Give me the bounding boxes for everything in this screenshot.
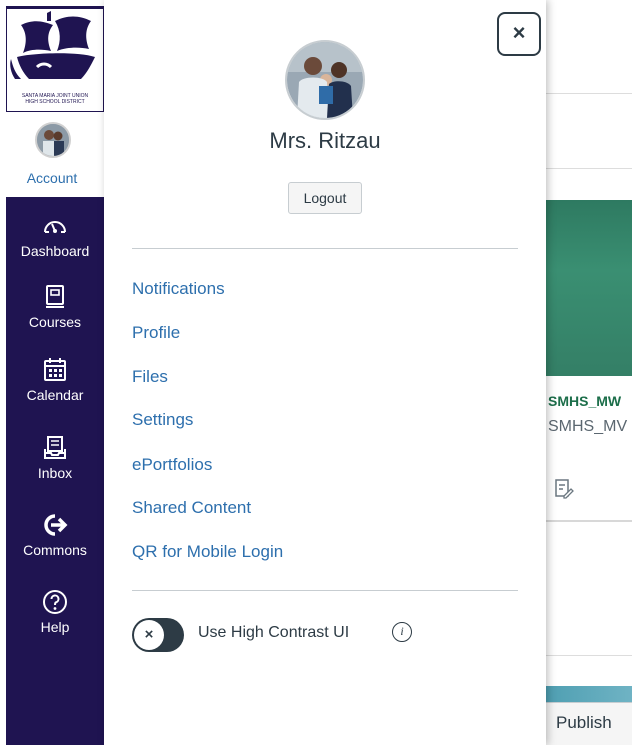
link-profile[interactable]: Profile xyxy=(132,323,180,343)
district-logo[interactable]: SANTA MARIA JOINT UNION HIGH SCHOOL DIST… xyxy=(6,6,104,112)
account-label[interactable]: Account xyxy=(0,170,104,186)
link-notifications[interactable]: Notifications xyxy=(132,279,225,299)
nav-item-calendar[interactable]: Calendar xyxy=(6,357,104,403)
nav-item-commons[interactable]: Commons xyxy=(6,512,104,558)
nav-item-courses[interactable]: Courses xyxy=(6,284,104,330)
assignments-icon[interactable] xyxy=(554,478,574,500)
calendar-icon xyxy=(44,358,66,381)
logout-button[interactable]: Logout xyxy=(288,182,362,214)
high-contrast-toggle[interactable]: × xyxy=(132,618,184,652)
tray-divider-bottom xyxy=(132,590,518,591)
close-tray-button[interactable]: × xyxy=(497,12,541,56)
account-tray: × Mrs. Ritzau Logout Notifications Profi… xyxy=(104,0,546,745)
nav-item-dashboard[interactable]: Dashboard xyxy=(6,213,104,259)
toggle-off-icon: × xyxy=(134,620,164,650)
nav-label-dashboard: Dashboard xyxy=(20,243,90,259)
link-eportfolios[interactable]: ePortfolios xyxy=(132,455,212,475)
course-card-bottom xyxy=(546,520,632,522)
user-photo-icon xyxy=(37,124,69,156)
nav-label-calendar: Calendar xyxy=(26,387,84,403)
ship-logo-icon xyxy=(7,7,103,79)
commons-icon xyxy=(44,514,68,536)
account-avatar[interactable] xyxy=(35,122,71,158)
nav-label-commons: Commons xyxy=(23,542,87,558)
course-card-title[interactable]: SMHS_MW xyxy=(548,393,621,409)
courses-icon xyxy=(46,285,64,308)
footer-divider xyxy=(546,655,632,656)
dashboard-background: SMHS_MW SMHS_MV Publish xyxy=(546,0,632,745)
nav-item-inbox[interactable]: Inbox xyxy=(6,435,104,481)
nav-label-inbox: Inbox xyxy=(37,465,73,481)
help-icon xyxy=(43,590,67,614)
profile-avatar xyxy=(285,40,365,120)
publish-button[interactable]: Publish xyxy=(546,702,632,745)
link-qr-mobile-login[interactable]: QR for Mobile Login xyxy=(132,542,283,562)
link-settings[interactable]: Settings xyxy=(132,410,193,430)
section-divider xyxy=(546,168,632,169)
global-navigation: SANTA MARIA JOINT UNION HIGH SCHOOL DIST… xyxy=(0,0,104,745)
info-icon[interactable]: i xyxy=(392,622,412,642)
user-name: Mrs. Ritzau xyxy=(269,128,381,153)
header-divider xyxy=(546,93,632,94)
dashboard-icon xyxy=(44,221,66,233)
link-shared-content[interactable]: Shared Content xyxy=(132,498,251,518)
course-card-image-strip xyxy=(546,686,632,702)
course-card-subtitle: SMHS_MV xyxy=(548,418,628,435)
close-icon: × xyxy=(512,20,526,45)
tray-divider-top xyxy=(132,248,518,249)
high-contrast-label: Use High Contrast UI xyxy=(198,624,350,641)
nav-item-help[interactable]: Help xyxy=(6,589,104,635)
user-photo-icon xyxy=(287,42,363,118)
course-card-image[interactable] xyxy=(546,200,632,376)
inbox-icon xyxy=(44,436,66,459)
link-files[interactable]: Files xyxy=(132,367,168,387)
district-name: SANTA MARIA JOINT UNION HIGH SCHOOL DIST… xyxy=(7,93,103,105)
nav-label-courses: Courses xyxy=(28,314,82,330)
district-name-line-2: HIGH SCHOOL DISTRICT xyxy=(25,99,85,105)
nav-label-help: Help xyxy=(40,619,70,635)
